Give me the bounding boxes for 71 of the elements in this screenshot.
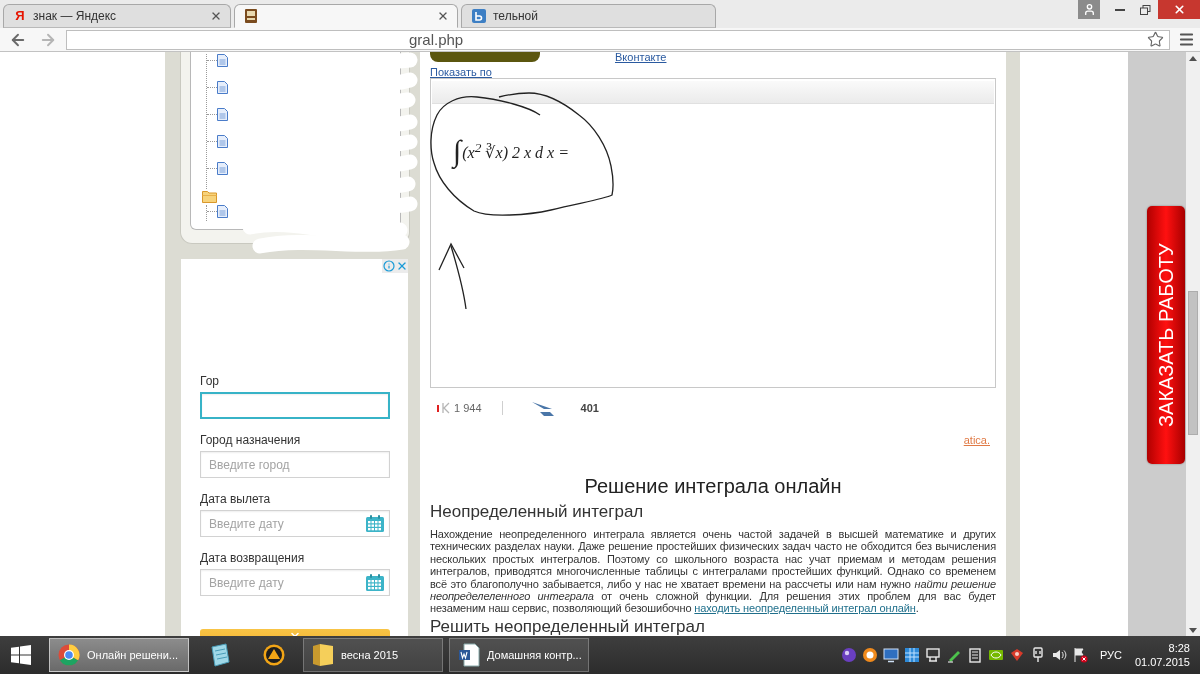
browser-tab[interactable]: тельной <box>461 4 716 28</box>
close-icon[interactable] <box>437 10 449 22</box>
calendar-icon[interactable] <box>366 574 384 591</box>
user-button[interactable] <box>1078 0 1100 19</box>
browser-tab[interactable]: Я знак — Яндекс <box>3 4 231 28</box>
field-label: Дата возвращения <box>200 551 306 565</box>
scroll-up-icon[interactable] <box>1189 56 1197 61</box>
eye-icon[interactable] <box>987 647 1004 663</box>
inline-link[interactable]: находить неопределенный интеграл онлайн <box>694 602 916 615</box>
user-icon <box>1082 3 1096 16</box>
document-icon <box>217 108 228 121</box>
banner-button[interactable] <box>430 52 540 62</box>
counter-icon <box>437 402 451 414</box>
scrollbar-thumb[interactable] <box>1188 291 1198 435</box>
network-icon[interactable] <box>924 647 941 663</box>
minimize-icon <box>1115 8 1125 11</box>
menu-icon <box>1177 31 1195 48</box>
field-label: Дата вылета <box>200 492 272 506</box>
document-icon <box>217 81 228 94</box>
monitor-icon[interactable] <box>882 647 899 663</box>
scroll-down-icon[interactable] <box>1189 628 1197 633</box>
document-icon <box>217 54 228 67</box>
paragraph: Нахождение неопределенного интеграла является очень частой задачей в высшей математике и других технических разделах науки. Даже решение простейших физических задач часто не обходится без вычисления нескольких простых интегралов. Поэтому со школьного возраста нас учат приемам и методам решения интегралов, приводятся многочисленные таблицы с интегралами простейших функций. Однако со временем всё это благополучно забывается, либо у нас не хватает времени на рассчеты или нам нужно найти решение неопределеленного интеграла от очень сложной функции. Для решения этих проблем для вас будет незаменим наш сервис, позволяющий безошибочно находить неопределенный интеграл онлайн. <box>430 528 996 615</box>
disc-icon[interactable] <box>840 647 857 663</box>
input-field[interactable] <box>200 392 390 419</box>
speaker-icon[interactable] <box>1050 647 1067 663</box>
vk-link[interactable]: Вконтакте <box>615 52 667 63</box>
site-icon: Я <box>14 9 26 23</box>
address-field[interactable]: gral.php <box>66 29 1170 50</box>
list-icon[interactable] <box>966 647 983 663</box>
flag-icon[interactable] <box>1071 647 1088 663</box>
taskbar-button[interactable]: Домашняя контр... <box>449 638 589 672</box>
document-icon <box>217 205 228 218</box>
language-indicator[interactable]: РУС <box>1099 649 1122 661</box>
close-icon[interactable] <box>210 10 222 22</box>
notebook-icon <box>209 643 231 667</box>
clock-time[interactable]: 8:28 <box>1168 641 1190 655</box>
close-icon <box>1172 3 1186 16</box>
clock-date[interactable]: 01.07.2015 <box>1134 655 1190 669</box>
section-heading: Решить неопределенный интеграл <box>430 617 705 636</box>
triangle-icon <box>263 644 285 666</box>
info-icon[interactable] <box>382 259 395 273</box>
show-link[interactable]: Показать по <box>430 66 492 78</box>
grid-icon[interactable] <box>903 647 920 663</box>
document-icon <box>458 643 480 667</box>
share-count: 1 944 <box>454 402 482 414</box>
start-button[interactable] <box>11 645 31 665</box>
document-icon <box>217 135 228 148</box>
calendar-icon[interactable] <box>366 515 384 532</box>
ring-icon[interactable] <box>861 647 878 663</box>
section-heading: Неопределенный интеграл <box>430 501 644 523</box>
field-label: Гор <box>200 374 221 388</box>
field-label: Город назначения <box>200 433 302 447</box>
close-button[interactable] <box>1158 0 1200 19</box>
taskbar-button[interactable]: весна 2015 <box>303 638 443 672</box>
browser-tab[interactable] <box>234 4 458 28</box>
folder-icon <box>312 643 334 667</box>
folder-icon <box>202 191 217 203</box>
diamond-icon[interactable] <box>1008 647 1025 663</box>
site-icon <box>472 9 486 23</box>
restore-icon <box>1139 4 1151 15</box>
site-icon <box>245 9 257 23</box>
taskbar-button[interactable]: Онлайн решени... <box>49 638 189 672</box>
app-icon <box>58 644 80 666</box>
scrollbar[interactable] <box>1186 52 1200 636</box>
share-count: 401 <box>580 402 599 414</box>
bookmark-star-icon[interactable] <box>1147 31 1164 48</box>
page-title: Решение интеграла онлайн <box>583 474 843 498</box>
formula: ∫(x$^{2}$ ∛x) 2 x d x = <box>453 134 569 168</box>
document-icon <box>217 162 228 175</box>
order-button[interactable]: ЗАКАЗАТЬ РАБОТУ <box>1147 206 1185 464</box>
